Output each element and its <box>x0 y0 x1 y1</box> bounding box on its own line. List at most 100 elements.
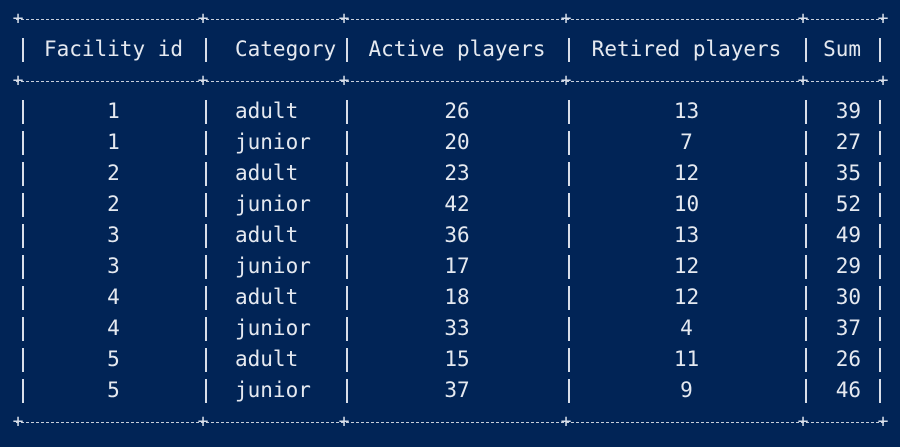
table-border-corner: + <box>560 70 572 91</box>
table-row: 5 adult 15 11 26 <box>0 344 900 375</box>
table-cell: adult <box>235 347 299 371</box>
table-border-divider <box>879 317 881 341</box>
table-cell: Category <box>235 37 337 61</box>
table-border-divider <box>879 286 881 310</box>
table-cell: 12 <box>673 161 700 185</box>
table-cell: 35 <box>835 161 861 185</box>
table-row: 1 adult 26 13 39 <box>0 96 900 127</box>
table-border-corner: + <box>338 8 350 29</box>
table-row: 3 junior 17 12 29 <box>0 251 900 282</box>
table-cell: adult <box>235 285 299 309</box>
table-cell: 26 <box>835 347 861 371</box>
table-cell: 4 <box>680 316 693 340</box>
table-border-divider <box>879 224 881 248</box>
table-cell: 10 <box>673 192 700 216</box>
table-border-divider <box>205 100 207 124</box>
table-border-divider <box>205 255 207 279</box>
table-border-corner: + <box>12 70 24 91</box>
table-cell: 52 <box>835 192 861 216</box>
table-border-corner: + <box>797 8 809 29</box>
table-border-divider <box>205 286 207 310</box>
table-cell: 2 <box>107 192 120 216</box>
table-cell: adult <box>235 223 299 247</box>
table-row: 4 adult 18 12 30 <box>0 282 900 313</box>
table-border-corner: + <box>338 411 350 432</box>
table-cell: 37 <box>835 316 861 340</box>
table-cell: 12 <box>673 254 700 278</box>
table-cell: 12 <box>673 285 700 309</box>
table-cell: 4 <box>107 285 120 309</box>
table-cell: junior <box>235 192 311 216</box>
table-border-corner: + <box>12 8 24 29</box>
table-border-corner: + <box>877 8 889 29</box>
table-cell: Sum <box>823 37 861 61</box>
table-cell: adult <box>235 161 299 185</box>
table-cell: 20 <box>444 130 470 154</box>
table-border-divider <box>205 317 207 341</box>
table-bottom-border: + + + + + + <box>13 411 889 443</box>
table-border-divider <box>879 100 881 124</box>
table-border-corner: + <box>197 70 209 91</box>
table-cell: 4 <box>107 316 120 340</box>
table-cell: 29 <box>835 254 861 278</box>
table-border-divider <box>205 193 207 217</box>
table-border-corner: + <box>197 411 209 432</box>
table-cell: 23 <box>444 161 470 185</box>
table-cell: Facility id <box>43 37 184 61</box>
table-border-corner: + <box>12 411 24 432</box>
table-border-divider <box>205 38 207 62</box>
table-cell: 1 <box>107 99 120 123</box>
table-cell: 46 <box>835 378 861 402</box>
table-row: 5 junior 37 9 46 <box>0 375 900 406</box>
table-cell: 33 <box>444 316 470 340</box>
table-cell: 7 <box>680 130 693 154</box>
table-border-divider <box>879 38 881 62</box>
table-row: 4 junior 33 4 37 <box>0 313 900 344</box>
table-border-corner: + <box>560 8 572 29</box>
table-cell: 5 <box>107 347 120 371</box>
table-cell: 3 <box>107 223 120 247</box>
table-cell: 27 <box>835 130 861 154</box>
table-cell: 1 <box>107 130 120 154</box>
table-border-corner: + <box>797 70 809 91</box>
table-border-divider <box>879 379 881 403</box>
table-cell: 26 <box>444 99 470 123</box>
table-border-divider <box>205 348 207 372</box>
table-cell: 17 <box>444 254 470 278</box>
table-cell: 9 <box>680 378 693 402</box>
table-border-corner: + <box>338 70 350 91</box>
table-cell: 11 <box>673 347 700 371</box>
table-cell: junior <box>235 130 311 154</box>
table-border-divider <box>205 379 207 403</box>
table-border-corner: + <box>797 411 809 432</box>
table-border-divider <box>205 131 207 155</box>
table-cell: 42 <box>444 192 470 216</box>
table-cell: 36 <box>444 223 470 247</box>
table-row: 3 adult 36 13 49 <box>0 220 900 251</box>
table-cell: 37 <box>444 378 470 402</box>
table-border-divider <box>879 131 881 155</box>
table-header-row: Facility id Category Active players Retired… <box>0 34 900 65</box>
table-cell: junior <box>235 254 311 278</box>
table-cell: 49 <box>835 223 861 247</box>
table-cell: adult <box>235 99 299 123</box>
table-row: 2 junior 42 10 52 <box>0 189 900 220</box>
table-row: 1 junior 20 7 27 <box>0 127 900 158</box>
table-cell: 13 <box>673 223 700 247</box>
table-border-divider <box>879 348 881 372</box>
table-cell: junior <box>235 378 311 402</box>
table-cell: 39 <box>835 99 861 123</box>
table-cell: 5 <box>107 378 120 402</box>
table-border-corner: + <box>877 411 889 432</box>
table-row: 2 adult 23 12 35 <box>0 158 900 189</box>
table-cell: 15 <box>444 347 470 371</box>
table-cell: 3 <box>107 254 120 278</box>
terminal-window: + + + + + + Facility id Category Active players R… <box>0 0 900 447</box>
table-border-divider <box>205 162 207 186</box>
table-cell: 30 <box>835 285 861 309</box>
table-cell: 13 <box>673 99 700 123</box>
table-cell: 2 <box>107 161 120 185</box>
table-cell: 18 <box>444 285 470 309</box>
table-border-corner: + <box>197 8 209 29</box>
table-border-divider <box>879 255 881 279</box>
